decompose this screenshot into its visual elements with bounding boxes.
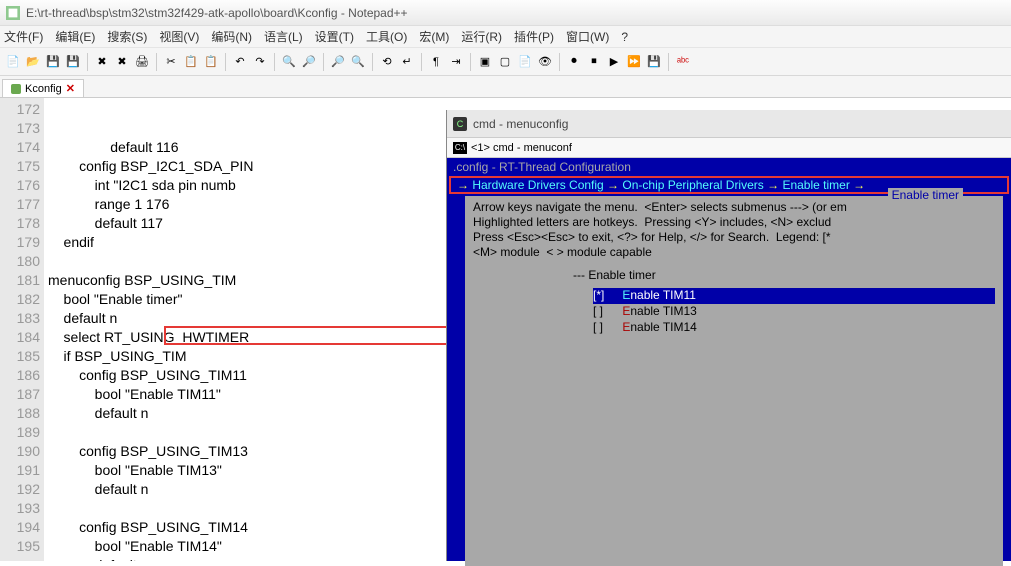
- separator: [372, 53, 373, 71]
- file-tab[interactable]: Kconfig ✕: [2, 79, 84, 97]
- line-gutter: 1721731741751761771781791801811821831841…: [0, 98, 44, 561]
- paste-icon[interactable]: 📋: [202, 53, 220, 71]
- savemacro-icon[interactable]: 💾: [645, 53, 663, 71]
- help-text: Arrow keys navigate the menu. <Enter> se…: [473, 200, 995, 260]
- separator: [421, 53, 422, 71]
- separator: [274, 53, 275, 71]
- redo-icon[interactable]: ↷: [251, 53, 269, 71]
- open-icon[interactable]: 📂: [24, 53, 42, 71]
- separator: [323, 53, 324, 71]
- cmd-icon: C: [453, 117, 467, 131]
- menu-language[interactable]: 语言(L): [264, 28, 303, 45]
- menu-edit[interactable]: 编辑(E): [55, 28, 95, 45]
- save-icon[interactable]: 💾: [44, 53, 62, 71]
- record-icon[interactable]: ⏺: [565, 53, 583, 71]
- menu-macro[interactable]: 宏(M): [419, 28, 449, 45]
- cmd-sub-text: <1> cmd - menuconf: [471, 142, 572, 154]
- separator: [156, 53, 157, 71]
- menu-section-title: --- Enable timer: [573, 268, 995, 282]
- cmd-title-text: cmd - menuconfig: [473, 117, 568, 131]
- unfold-icon[interactable]: ▢: [496, 53, 514, 71]
- play-icon[interactable]: ▶: [605, 53, 623, 71]
- term-config-line: .config - RT-Thread Configuration: [447, 158, 1011, 176]
- panel-title: Enable timer: [888, 188, 963, 202]
- file-status-icon: [11, 84, 21, 94]
- separator: [668, 53, 669, 71]
- print-icon[interactable]: 🖨: [133, 53, 151, 71]
- code-area[interactable]: default 116 config BSP_I2C1_SDA_PIN int …: [44, 98, 446, 561]
- new-icon[interactable]: 📄: [4, 53, 22, 71]
- cmd-sub-icon: C:\: [453, 142, 467, 154]
- tab-label: Kconfig: [25, 83, 62, 95]
- find-icon[interactable]: 🔍: [280, 53, 298, 71]
- cut-icon[interactable]: ✂: [162, 53, 180, 71]
- cmd-window: C cmd - menuconfig C:\ <1> cmd - menucon…: [446, 110, 1011, 561]
- menu-run[interactable]: 运行(R): [461, 28, 502, 45]
- indent-icon[interactable]: ⇥: [447, 53, 465, 71]
- menuconfig-panel: Enable timer Arrow keys navigate the men…: [465, 196, 1003, 566]
- separator: [87, 53, 88, 71]
- menu-settings[interactable]: 设置(T): [315, 28, 354, 45]
- window-title: E:\rt-thread\bsp\stm32\stm32f429-atk-apo…: [26, 6, 408, 20]
- zoomin-icon[interactable]: 🔎: [329, 53, 347, 71]
- menu-window[interactable]: 窗口(W): [566, 28, 609, 45]
- menuconfig-item[interactable]: [*] Enable TIM11: [593, 288, 995, 304]
- separator: [559, 53, 560, 71]
- close-icon[interactable]: ✖: [93, 53, 111, 71]
- zoomout-icon[interactable]: 🔍: [349, 53, 367, 71]
- terminal[interactable]: .config - RT-Thread Configuration → Hard…: [447, 158, 1011, 561]
- fold-icon[interactable]: ▣: [476, 53, 494, 71]
- doc-icon[interactable]: 📄: [516, 53, 534, 71]
- tabbar: Kconfig ✕: [0, 76, 1011, 98]
- menuconfig-item[interactable]: [ ] Enable TIM14: [593, 320, 995, 336]
- code-editor[interactable]: 1721731741751761771781791801811821831841…: [0, 98, 446, 561]
- cmd-subtitle-bar[interactable]: C:\ <1> cmd - menuconf: [447, 138, 1011, 158]
- copy-icon[interactable]: 📋: [182, 53, 200, 71]
- playmulti-icon[interactable]: ⏩: [625, 53, 643, 71]
- monitor-icon[interactable]: 👁: [536, 53, 554, 71]
- menu-encoding[interactable]: 编码(N): [211, 28, 252, 45]
- menu-view[interactable]: 视图(V): [159, 28, 199, 45]
- toolbar: 📄 📂 💾 💾 ✖ ✖ 🖨 ✂ 📋 📋 ↶ ↷ 🔍 🔎 🔎 🔍 ⟲ ↵ ¶ ⇥ …: [0, 48, 1011, 76]
- separator: [470, 53, 471, 71]
- stop-icon[interactable]: ⏹: [585, 53, 603, 71]
- menuconfig-item[interactable]: [ ] Enable TIM13: [593, 304, 995, 320]
- sync-icon[interactable]: ⟲: [378, 53, 396, 71]
- menu-help[interactable]: ?: [621, 30, 628, 44]
- menu-search[interactable]: 搜索(S): [107, 28, 147, 45]
- replace-icon[interactable]: 🔎: [300, 53, 318, 71]
- spellcheck-icon[interactable]: ᵃᵇᶜ: [674, 53, 692, 71]
- wordwrap-icon[interactable]: ↵: [398, 53, 416, 71]
- undo-icon[interactable]: ↶: [231, 53, 249, 71]
- menu-items: [*] Enable TIM11[ ] Enable TIM13[ ] Enab…: [593, 288, 995, 336]
- window-titlebar: E:\rt-thread\bsp\stm32\stm32f429-atk-apo…: [0, 0, 1011, 26]
- menubar: 文件(F) 编辑(E) 搜索(S) 视图(V) 编码(N) 语言(L) 设置(T…: [0, 26, 1011, 48]
- menu-file[interactable]: 文件(F): [4, 28, 43, 45]
- menu-plugins[interactable]: 插件(P): [514, 28, 554, 45]
- closeall-icon[interactable]: ✖: [113, 53, 131, 71]
- separator: [225, 53, 226, 71]
- app-icon: [6, 6, 20, 20]
- menu-tools[interactable]: 工具(O): [366, 28, 407, 45]
- saveall-icon[interactable]: 💾: [64, 53, 82, 71]
- allchars-icon[interactable]: ¶: [427, 53, 445, 71]
- cmd-titlebar[interactable]: C cmd - menuconfig: [447, 110, 1011, 138]
- tab-close-icon[interactable]: ✕: [66, 82, 75, 95]
